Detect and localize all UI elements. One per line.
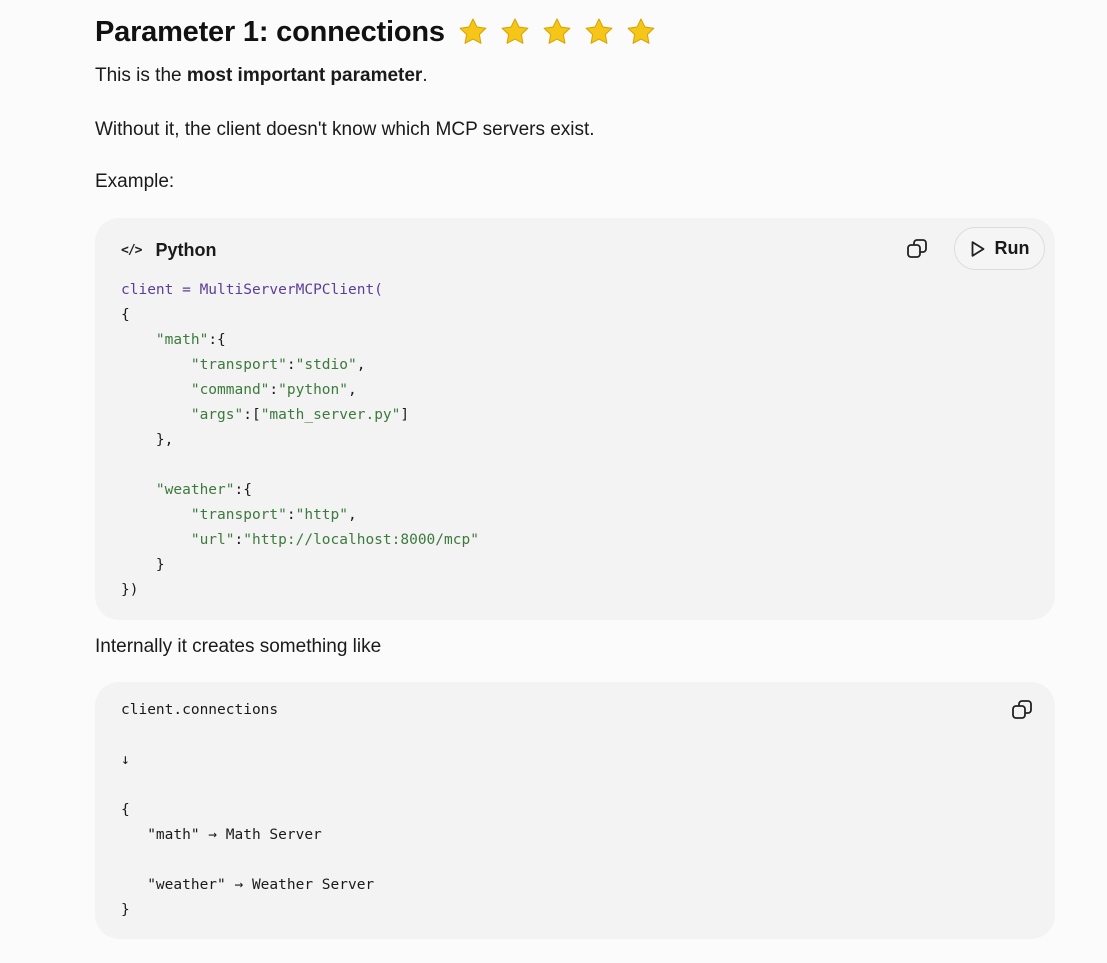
code-token: }) — [121, 582, 139, 598]
code-line: "math":{ — [121, 332, 226, 348]
paragraph-internal: Internally it creates something like — [95, 636, 382, 657]
code-token: : — [286, 357, 296, 373]
code-line: }, — [121, 432, 173, 448]
copy-icon — [1012, 700, 1032, 719]
code-token: , — [356, 357, 366, 373]
code-token: "url" — [190, 532, 235, 548]
paragraph-explanation: Without it, the client doesn't know whic… — [95, 119, 595, 140]
code-block-output: client.connections ↓ { "math" → Math Ser… — [95, 682, 1055, 939]
code-token: "args" — [190, 407, 244, 423]
heading-title: Parameter 1: connections — [95, 15, 445, 48]
code-line: "transport":"stdio", — [121, 357, 366, 373]
code-line: "args":["math_server.py"] — [121, 407, 409, 423]
code-token: "http" — [295, 507, 348, 523]
code-token: :[ — [243, 407, 261, 423]
code-token: , — [348, 507, 357, 523]
code-token: "math" — [155, 332, 209, 348]
code-token: : — [269, 382, 279, 398]
code-line: } — [121, 557, 165, 573]
code-token: } — [121, 557, 165, 573]
code-token: : — [286, 507, 296, 523]
run-label: Run — [994, 238, 1030, 258]
code-line: }) — [121, 582, 138, 598]
code-line: client = MultiServerMCPClient( — [121, 282, 383, 298]
code-line: "url":"http://localhost:8000/mcp" — [121, 532, 479, 548]
code-token: ] — [400, 407, 410, 423]
paragraph-text: This is the — [95, 65, 187, 86]
copy-code-button[interactable] — [903, 235, 931, 263]
code-token: "stdio" — [295, 357, 357, 373]
code-token: "transport" — [190, 357, 287, 373]
code-token: "transport" — [190, 507, 287, 523]
star-rating — [457, 16, 657, 48]
code-line: } — [121, 902, 130, 918]
code-token: }, — [121, 432, 174, 448]
code-line: "weather" → Weather Server — [121, 877, 375, 893]
code-token: "python" — [278, 382, 348, 398]
code-token: "http://localhost:8000/mcp" — [243, 532, 479, 548]
code-content: client = MultiServerMCPClient( { "math":… — [121, 278, 479, 603]
code-line: "transport":"http", — [121, 507, 357, 523]
code-token: , — [348, 382, 357, 398]
paragraph-importance: This is the most important parameter. — [95, 64, 428, 88]
code-line: client.connections — [121, 702, 279, 718]
code-line: { — [121, 802, 130, 818]
code-line: ↓ — [121, 752, 130, 768]
play-icon — [971, 240, 984, 257]
star-icon — [499, 16, 531, 48]
code-line: { — [121, 307, 130, 323]
copy-icon — [907, 239, 927, 258]
star-icon — [625, 16, 657, 48]
code-token: : — [234, 532, 244, 548]
code-block-header: </> Python — [121, 238, 216, 262]
code-token: "math_server.py" — [260, 407, 401, 423]
code-line: "command":"python", — [121, 382, 357, 398]
code-line: "math" → Math Server — [121, 827, 322, 843]
code-language-label: Python — [155, 239, 217, 260]
paragraph-example-label: Example: — [95, 171, 175, 192]
run-code-button[interactable]: Run — [954, 227, 1045, 270]
code-token: :{ — [234, 482, 252, 498]
code-token: MultiServerMCPClient( — [199, 282, 383, 298]
bold-text: most important parameter — [186, 65, 423, 86]
code-token: client = — [121, 282, 200, 298]
code-token: "weather" — [155, 482, 235, 498]
code-content: client.connections ↓ { "math" → Math Ser… — [121, 698, 374, 923]
code-token: :{ — [208, 332, 226, 348]
section-heading: Parameter 1: connections — [95, 12, 657, 52]
code-block-python: </> Python Run client = MultiServerMCPCl… — [95, 218, 1055, 620]
code-token: { — [121, 307, 130, 323]
star-icon — [583, 16, 615, 48]
code-token: "command" — [190, 382, 270, 398]
star-icon — [457, 16, 489, 48]
copy-code-button[interactable] — [1008, 696, 1036, 724]
code-icon: </> — [121, 242, 143, 258]
paragraph-text: . — [422, 65, 428, 86]
star-icon — [541, 16, 573, 48]
code-line: "weather":{ — [121, 482, 252, 498]
